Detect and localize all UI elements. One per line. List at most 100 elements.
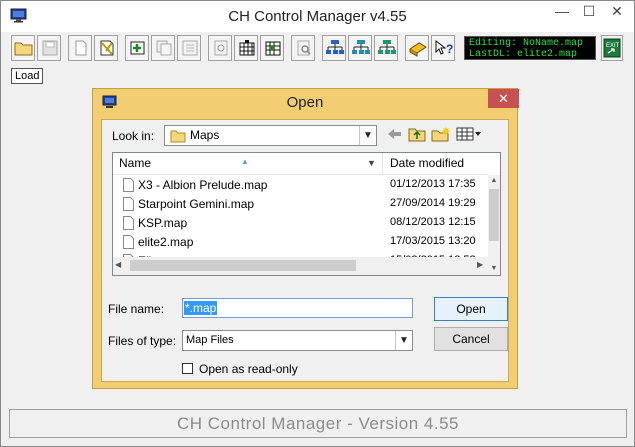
view-menu-icon[interactable]	[456, 126, 482, 144]
version-status-bar: CH Control Manager - Version 4.55	[9, 409, 627, 438]
chevron-down-icon[interactable]: ▼	[395, 331, 412, 350]
exit-icon: EXIT	[603, 38, 621, 58]
up-folder-icon[interactable]	[408, 126, 426, 144]
load-label: Load	[11, 68, 44, 84]
file-date: 27/09/2014 19:29	[390, 197, 476, 209]
grid-button[interactable]	[234, 35, 258, 61]
file-row[interactable]: elite2.map 17/03/2015 13:20	[113, 233, 488, 252]
properties-icon	[182, 40, 198, 56]
look-in-label: Look in:	[112, 129, 155, 143]
dialog-body: Look in: Maps ▼ Name ▲ ▼ Date modified X…	[101, 119, 509, 382]
network-teal-button[interactable]	[348, 35, 372, 61]
search-button[interactable]	[291, 35, 315, 61]
network-blue-icon	[326, 40, 344, 54]
main-window: CH Control Manager v4.55 — ☐ ✕ ? Editing…	[0, 0, 635, 447]
grid-settings-button[interactable]	[260, 35, 284, 61]
horizontal-scroll-thumb[interactable]	[130, 260, 356, 271]
back-arrow-icon[interactable]	[386, 126, 402, 144]
file-date: 08/12/2013 12:15	[390, 216, 476, 228]
new-document-icon	[75, 40, 87, 56]
file-row[interactable]: Starpoint Gemini.map 27/09/2014 19:29	[113, 195, 488, 214]
save-icon	[42, 40, 58, 56]
dialog-title-bar: Open ✕	[93, 89, 519, 117]
book-button[interactable]	[405, 35, 429, 61]
sort-caret-icon: ▲	[241, 157, 249, 166]
dialog-title: Open	[286, 94, 324, 111]
file-row[interactable]: KSP.map 08/12/2013 12:15	[113, 214, 488, 233]
folder-icon	[170, 129, 186, 146]
file-row[interactable]: X3 - Albion Prelude.map 01/12/2013 17:35	[113, 176, 488, 195]
vertical-scrollbar[interactable]: ▲ ▼	[488, 175, 500, 275]
network-teal-icon	[352, 40, 370, 54]
check-map-button[interactable]	[94, 35, 118, 61]
file-icon	[123, 235, 134, 252]
navigation-icons	[386, 126, 496, 146]
exit-label: EXIT	[606, 43, 620, 49]
files-of-type-label: Files of type:	[108, 334, 177, 348]
open-dialog: Open ✕ Look in: Maps ▼ Name ▲ ▼ Date mod…	[92, 88, 519, 389]
read-only-checkbox[interactable]	[182, 363, 193, 374]
chevron-down-icon[interactable]: ▼	[359, 126, 376, 145]
status-display: Editing: NoName.map LastDL: elite2.map	[464, 36, 596, 60]
minimize-button[interactable]: —	[548, 1, 576, 23]
svg-text:?: ?	[446, 42, 453, 56]
copy-button[interactable]	[151, 35, 175, 61]
copy-icon	[156, 40, 172, 56]
close-button[interactable]: ✕	[602, 1, 632, 23]
file-name-value: *.map	[184, 301, 218, 315]
scroll-right-icon[interactable]: ▶	[477, 260, 483, 269]
grid-settings-icon	[265, 41, 281, 56]
column-filter-chevron-icon[interactable]: ▼	[367, 153, 376, 174]
file-name: X3 - Albion Prelude.map	[138, 178, 268, 192]
check-map-icon	[100, 40, 114, 56]
look-in-dropdown[interactable]: Maps ▼	[164, 125, 377, 146]
print-preview-button[interactable]	[208, 35, 232, 61]
look-in-value: Maps	[190, 128, 220, 142]
files-of-type-dropdown[interactable]: Map Files ▼	[182, 330, 413, 351]
grid-icon	[239, 40, 255, 56]
file-list-header: Name ▲ ▼ Date modified	[113, 153, 488, 175]
add-device-icon	[130, 41, 145, 55]
horizontal-scrollbar[interactable]: ◀ ▶	[113, 257, 488, 275]
help-icon: ?	[435, 39, 453, 56]
new-folder-icon[interactable]	[431, 126, 451, 144]
file-name-input[interactable]: *.map	[182, 298, 413, 318]
open-button[interactable]: Open	[434, 297, 508, 321]
search-icon	[297, 40, 311, 56]
file-name: elite2.map	[138, 235, 194, 249]
scroll-up-icon[interactable]: ▲	[488, 175, 500, 187]
column-header-date[interactable]: Date modified	[384, 153, 494, 174]
scroll-left-icon[interactable]: ◀	[115, 260, 121, 269]
file-date: 01/12/2013 17:35	[390, 178, 476, 190]
window-title: CH Control Manager v4.55	[228, 8, 407, 25]
toolbar: ? Editing: NoName.map LastDL: elite2.map…	[9, 35, 629, 63]
exit-button[interactable]: EXIT	[601, 35, 623, 61]
new-document-button[interactable]	[68, 35, 92, 61]
vertical-scroll-thumb[interactable]	[489, 189, 499, 241]
column-header-name[interactable]: Name ▲ ▼	[113, 153, 383, 174]
file-name: Starpoint Gemini.map	[138, 197, 255, 211]
network-blue-button[interactable]	[322, 35, 346, 61]
help-button[interactable]: ?	[431, 35, 455, 61]
scroll-down-icon[interactable]: ▼	[488, 263, 500, 275]
add-device-button[interactable]	[125, 35, 149, 61]
network-green-icon	[378, 40, 396, 54]
properties-button[interactable]	[177, 35, 201, 61]
network-green-button[interactable]	[374, 35, 398, 61]
maximize-button[interactable]: ☐	[576, 1, 602, 23]
file-name-label: File name:	[108, 302, 165, 316]
read-only-label: Open as read-only	[199, 362, 298, 376]
status-editing: Editing: NoName.map	[469, 38, 584, 49]
open-file-button[interactable]	[11, 35, 35, 61]
title-bar: CH Control Manager v4.55 — ☐ ✕	[1, 1, 634, 32]
save-button[interactable]	[37, 35, 61, 61]
files-of-type-value: Map Files	[186, 334, 234, 346]
print-preview-icon	[214, 40, 228, 56]
file-icon	[123, 216, 134, 233]
cancel-button[interactable]: Cancel	[434, 327, 508, 351]
file-icon	[123, 178, 134, 195]
dialog-close-button[interactable]: ✕	[488, 89, 519, 108]
file-name: KSP.map	[138, 216, 188, 230]
file-icon	[123, 197, 134, 214]
book-icon	[409, 42, 427, 57]
